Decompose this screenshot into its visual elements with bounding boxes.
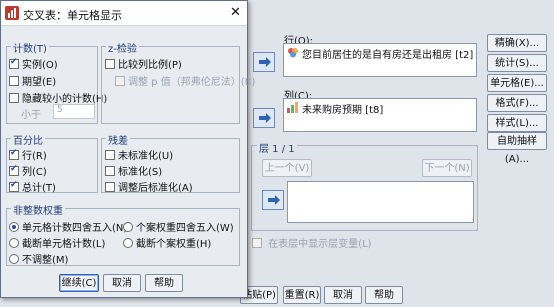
total-percent-row[interactable]: 总计(T) (9, 179, 56, 194)
unstandardized-label: 未标准化(U) (118, 151, 174, 162)
truncate-cell-counts-radio[interactable] (9, 237, 19, 248)
less-than-input[interactable]: 5 (53, 104, 95, 119)
truncate-cell-counts-label: 截断单元格计数(L) (22, 239, 106, 250)
adjust-p-row[interactable]: 调整 p 值（邦弗伦尼法）(B) (115, 73, 255, 88)
unstandardized-checkbox[interactable] (105, 149, 115, 160)
truncate-case-weights-row[interactable]: 截断个案权重(H) (123, 235, 211, 250)
right-arrow-icon (259, 57, 271, 67)
column-percent-checkbox[interactable] (9, 164, 19, 176)
standardized-row[interactable]: 标准化(S) (105, 163, 162, 178)
reset-button[interactable]: 重置(R) (283, 286, 321, 304)
main-cancel-button[interactable]: 取消 (324, 286, 362, 304)
spss-app-icon (5, 6, 19, 23)
counts-group-title: 计数(T) (11, 40, 49, 55)
truncate-case-weights-label: 截断个案权重(H) (136, 239, 212, 250)
adjust-p-checkbox[interactable] (115, 75, 125, 86)
ztest-group-title: z-检验 (106, 40, 139, 55)
standardized-checkbox[interactable] (105, 165, 115, 176)
cell-display-dialog: 交叉表：单元格显示 ✕ 计数(T) 实例(O) 期望(E) 隐藏较小的计数(H)… (0, 0, 255, 298)
help-button[interactable]: 帮助 (145, 274, 183, 292)
observed-checkbox-row[interactable]: 实例(O) (9, 56, 58, 71)
adjust-p-label: 调整 p 值（邦弗伦尼法）(B) (128, 77, 256, 88)
truncate-case-weights-radio[interactable] (123, 237, 133, 248)
expected-checkbox[interactable] (9, 75, 19, 86)
move-to-columns-button[interactable] (253, 108, 275, 128)
round-case-weights-row[interactable]: 个案权重四舍五入(W) (123, 219, 234, 234)
row-variable-item[interactable]: 您目前居住的是自有房还是出租房 [t2] (302, 46, 473, 61)
total-percent-checkbox[interactable] (9, 180, 19, 192)
residuals-group-title: 残差 (106, 132, 130, 147)
round-case-weights-radio[interactable] (123, 221, 133, 232)
hide-small-counts-checkbox[interactable] (9, 92, 19, 103)
less-than-label: 小于 (21, 110, 41, 121)
row-list[interactable]: 您目前居住的是自有房还是出租房 [t2] (283, 43, 477, 77)
row-percent-label: 行(R) (22, 151, 47, 162)
compare-columns-row[interactable]: 比较列比例(P) (105, 56, 182, 71)
cancel-button[interactable]: 取消 (103, 274, 141, 292)
observed-checkbox[interactable] (9, 57, 19, 69)
column-percent-row[interactable]: 列(C) (9, 163, 47, 178)
column-percent-label: 列(C) (22, 167, 47, 178)
show-layer-checkbox[interactable] (252, 237, 262, 248)
expected-checkbox-row[interactable]: 期望(E) (9, 73, 56, 88)
row-percent-row[interactable]: 行(R) (9, 147, 47, 162)
round-cell-counts-label: 单元格计数四舍五入(N) (22, 223, 128, 234)
percentages-group-title: 百分比 (11, 132, 45, 147)
nominal-variable-icon (287, 47, 299, 61)
right-arrow-icon (259, 113, 271, 123)
show-layer-label: 在表层中显示层变量(L) (268, 239, 372, 250)
no-adjustment-radio[interactable] (9, 253, 19, 264)
layer-list[interactable] (287, 181, 474, 223)
round-cell-counts-radio[interactable] (9, 221, 19, 232)
adjusted-standardized-label: 调整后标准化(A) (118, 183, 193, 194)
total-percent-label: 总计(T) (22, 183, 56, 194)
no-adjustment-row[interactable]: 不调整(M) (9, 251, 68, 266)
style-button[interactable]: 样式(L)... (487, 114, 547, 132)
truncate-cell-counts-row[interactable]: 截断单元格计数(L) (9, 235, 105, 250)
adjusted-standardized-row[interactable]: 调整后标准化(A) (105, 179, 193, 194)
move-to-rows-button[interactable] (253, 52, 275, 72)
column-variable-item[interactable]: 未来购房预期 [t8] (302, 101, 383, 116)
exact-button[interactable]: 精确(X)... (487, 34, 547, 52)
format-button[interactable]: 格式(F)... (487, 94, 547, 112)
noninteger-weights-title: 非整数权重 (11, 202, 65, 217)
close-icon[interactable]: ✕ (230, 5, 241, 20)
dialog-title: 交叉表：单元格显示 (23, 9, 122, 22)
hide-small-counts-row[interactable]: 隐藏较小的计数(H) (9, 90, 107, 105)
cells-button[interactable]: 单元格(E)... (487, 74, 547, 92)
unstandardized-row[interactable]: 未标准化(U) (105, 147, 173, 162)
less-than-value: 5 (57, 105, 63, 115)
dialog-titlebar: 交叉表：单元格显示 ✕ (1, 1, 247, 26)
previous-layer-button[interactable]: 上一个(V) (262, 159, 312, 177)
move-to-layer-button[interactable] (262, 190, 284, 210)
right-arrow-icon (268, 195, 280, 205)
no-adjustment-label: 不调整(M) (22, 255, 69, 266)
layer-label: 层 1 / 1 (257, 140, 297, 155)
continue-button[interactable]: 继续(C) (59, 274, 99, 292)
row-percent-checkbox[interactable] (9, 148, 19, 160)
compare-columns-label: 比较列比例(P) (118, 60, 182, 71)
observed-label: 实例(O) (22, 60, 58, 71)
bootstrap-button[interactable]: 自助抽样(A)... (487, 132, 547, 165)
column-list[interactable]: 未来购房预期 [t8] (283, 98, 477, 132)
show-layer-checkbox-row[interactable]: 在表层中显示层变量(L) (252, 235, 372, 250)
main-help-button[interactable]: 帮助 (365, 286, 403, 304)
round-cell-counts-row[interactable]: 单元格计数四舍五入(N) (9, 219, 127, 234)
round-case-weights-label: 个案权重四舍五入(W) (136, 223, 234, 234)
next-layer-button[interactable]: 下一个(N) (422, 159, 472, 177)
ordinal-variable-icon (287, 102, 299, 116)
adjusted-standardized-checkbox[interactable] (105, 181, 115, 192)
expected-label: 期望(E) (22, 77, 57, 88)
statistics-button[interactable]: 统计(S)... (487, 54, 547, 72)
compare-columns-checkbox[interactable] (105, 58, 115, 69)
standardized-label: 标准化(S) (118, 167, 163, 178)
